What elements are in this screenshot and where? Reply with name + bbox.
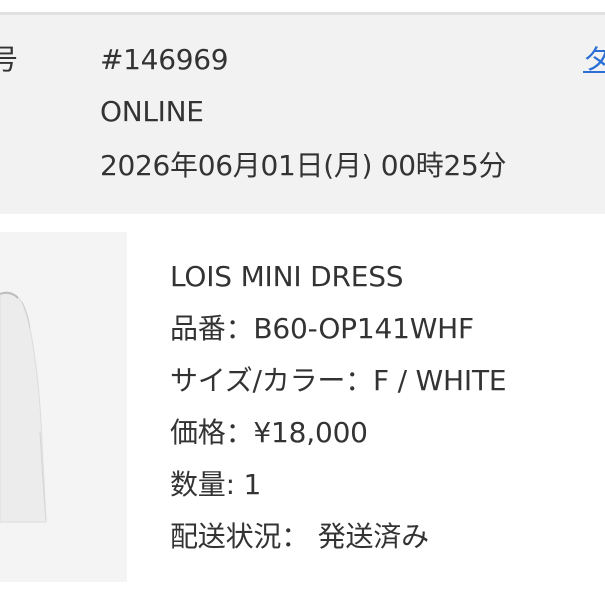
shipping-label: 配送状況： xyxy=(170,520,310,553)
order-detail-link[interactable]: タ xyxy=(583,43,605,77)
sku-value: B60-OP141WHF xyxy=(253,312,474,345)
quantity-label: 数量: xyxy=(170,468,244,501)
product-price-row: 価格：¥18,000 xyxy=(170,416,368,450)
order-number-label: 号 xyxy=(0,43,18,76)
product-quantity-row: 数量: 1 xyxy=(170,468,261,502)
size-color-value: F / WHITE xyxy=(373,364,507,397)
order-number: #146969 xyxy=(100,43,229,76)
price-label: 価格： xyxy=(170,416,254,449)
dress-thumbnail-icon xyxy=(0,291,47,523)
shipping-status: 発送済み xyxy=(317,520,429,553)
product-sku-row: 品番：B60-OP141WHF xyxy=(170,312,474,346)
product-image[interactable] xyxy=(0,232,127,582)
product-size-color-row: サイズ/カラー：F / WHITE xyxy=(170,364,507,398)
product-name: LOIS MINI DRESS xyxy=(170,260,404,293)
shipping-status-row: 配送状況： 発送済み xyxy=(170,520,429,554)
size-color-label: サイズ/カラー： xyxy=(170,364,373,397)
price-value: ¥18,000 xyxy=(253,416,368,449)
order-channel: ONLINE xyxy=(100,95,204,128)
sku-label: 品番： xyxy=(170,312,254,345)
order-datetime: 2026年06月01日(月) 00時25分 xyxy=(100,149,507,182)
quantity-value: 1 xyxy=(243,468,262,501)
order-summary-panel: 号 #146969 ONLINE 2026年06月01日(月) 00時25分 タ xyxy=(0,15,605,214)
